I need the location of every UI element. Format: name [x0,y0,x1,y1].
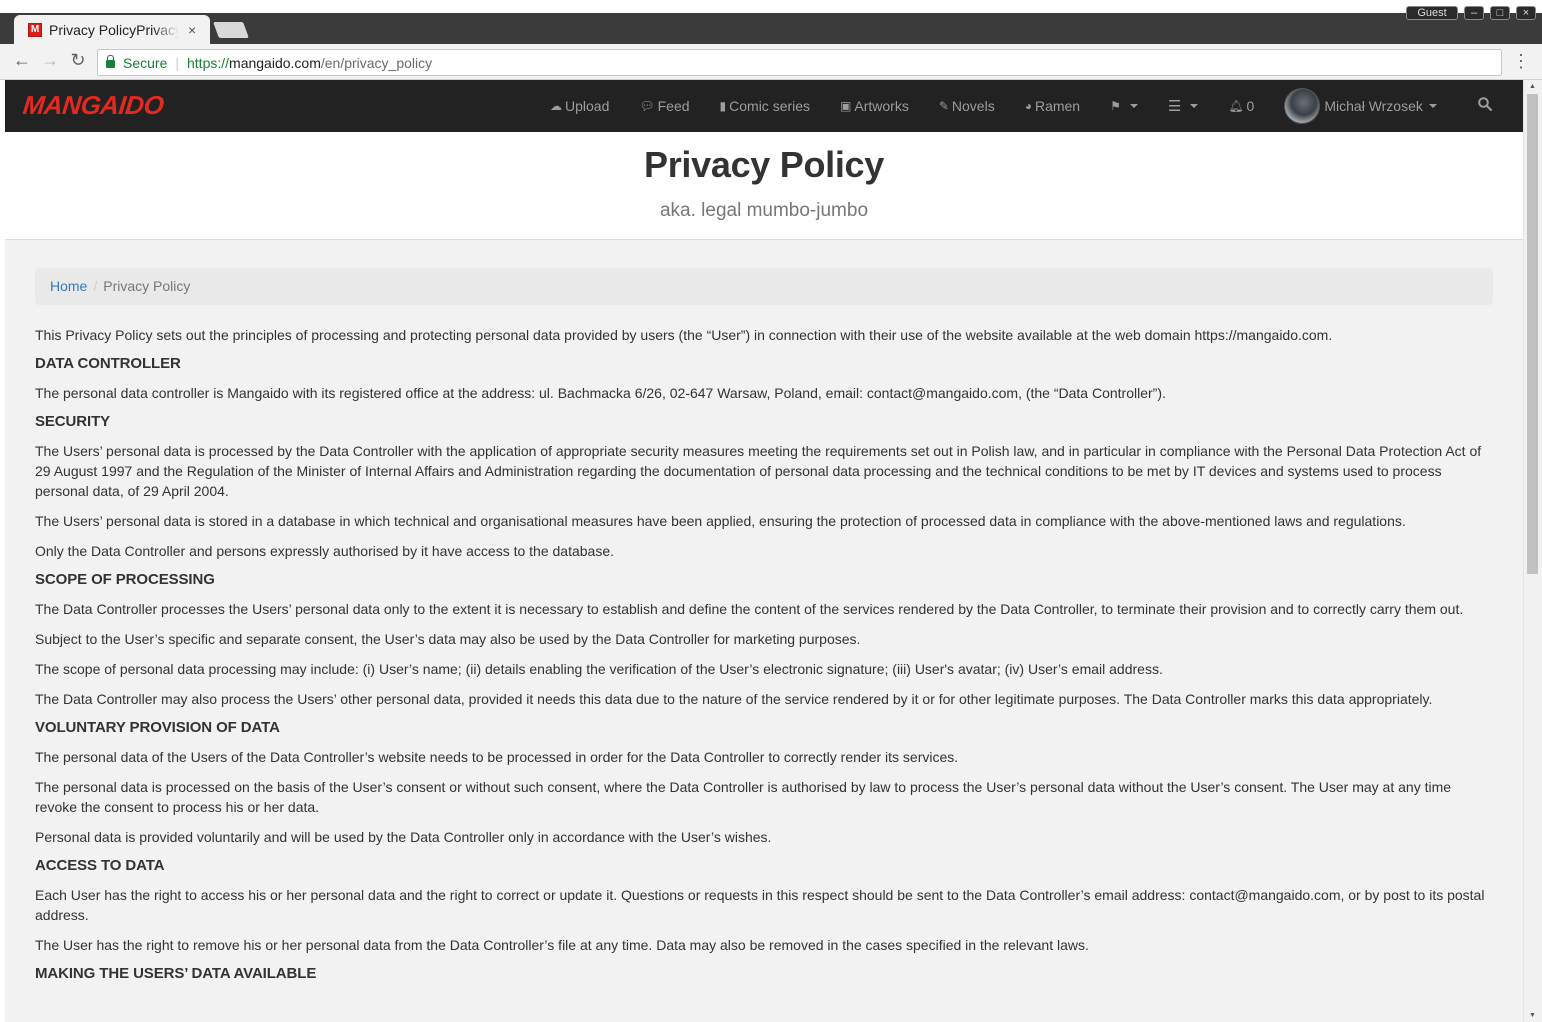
user-menu-dropdown[interactable]: Michał Wrzosek [1284,88,1437,124]
section-heading-security: SECURITY [35,413,111,430]
policy-paragraph: Only the Data Controller and persons exp… [35,543,614,559]
chevron-down-icon [1190,104,1199,108]
user-name: Michał Wrzosek [1324,98,1423,114]
policy-paragraph: Subject to the User’s specific and separ… [35,631,861,647]
lock-icon [106,54,115,68]
policy-paragraph: Personal data is provided voluntarily an… [35,829,772,845]
chevron-down-icon [1428,104,1437,108]
mangaido-logo[interactable]: MANGAIDO [21,90,165,121]
policy-paragraph: The Data Controller processes the Users’… [35,601,1464,617]
breadcrumb-home-link[interactable]: Home [50,278,87,294]
forward-arrow-icon[interactable]: → [38,50,62,71]
policy-paragraph: Each User has the right to access his or… [35,887,1485,923]
breadcrumb-current: Privacy Policy [103,278,191,294]
minimize-window-icon[interactable]: – [1464,6,1484,20]
url-scheme: https:// [187,54,230,71]
page-viewport: MANGAIDO ☁ Upload 💬︎ Feed ▮ Comic series… [5,80,1523,1022]
nav-upload[interactable]: ☁ Upload [550,98,609,114]
breadcrumb-separator: / [93,278,98,294]
policy-paragraph: The scope of personal data processing ma… [35,661,1163,677]
policy-paragraph: The Users’ personal data is processed by… [35,443,1482,499]
flag-icon: ⚑ [1110,99,1121,113]
avatar [1284,88,1321,124]
browser-toolbar: ← → ↻ Secure | https:// mangaido.com /en… [0,44,1542,80]
nav-ramen[interactable]: ◕ Ramen [1025,98,1080,114]
notifications-count: 0 [1246,98,1255,114]
tab-close-icon[interactable]: × [188,22,196,38]
page-scrollbar[interactable]: ▲ ▼ [1523,80,1542,1022]
secure-label: Secure [123,54,168,71]
tab-title: Privacy PolicyPrivacy Policy [49,21,179,38]
site-navbar: MANGAIDO ☁ Upload 💬︎ Feed ▮ Comic series… [5,80,1523,132]
comments-icon: 💬︎ [639,99,655,113]
breadcrumb: Home / Privacy Policy [35,268,1493,305]
section-heading-data-controller: DATA CONTROLLER [35,355,181,372]
nav-feed-label: Feed [657,98,690,114]
nav-feed[interactable]: 💬︎ Feed [639,98,689,114]
policy-paragraph: The User has the right to remove his or … [35,937,1089,953]
bell-icon: 🔔︎ [1228,99,1244,113]
section-heading-data-available: MAKING THE USERS’ DATA AVAILABLE [35,965,317,982]
policy-paragraph: The personal data of the Users of the Da… [35,749,959,765]
policy-paragraph: The Users’ personal data is stored in a … [35,513,1406,529]
page-title: Privacy Policy [644,144,884,185]
nav-comic-series[interactable]: ▮ Comic series [720,98,811,114]
mangaido-favicon-icon: M [28,22,42,37]
policy-content: This Privacy Policy sets out the princip… [35,325,1493,993]
cloud-upload-icon: ☁ [550,99,562,113]
hamburger-icon: ☰ [1167,98,1182,115]
maximize-window-icon[interactable]: □ [1490,6,1510,20]
policy-paragraph: The personal data controller is Mangaido… [35,385,1166,401]
nav-novels[interactable]: ✎ Novels [939,98,995,114]
edit-icon: ✎ [938,99,949,113]
back-arrow-icon[interactable]: ← [10,50,34,71]
policy-paragraph: The Data Controller may also process the… [35,691,1433,707]
scroll-down-arrow-icon[interactable]: ▼ [1529,1012,1536,1019]
nav-artworks-label: Artworks [854,98,909,114]
nav-comic-series-label: Comic series [729,98,811,114]
guest-profile-button[interactable]: Guest [1406,6,1458,20]
scrollbar-thumb[interactable] [1527,94,1538,574]
browser-menu-icon[interactable]: ⋮ [1512,51,1530,72]
new-tab-button[interactable] [213,22,249,38]
reload-icon[interactable]: ↻ [66,50,90,71]
search-icon[interactable] [1478,97,1492,111]
nav-artworks[interactable]: ▣ Artworks [840,98,909,114]
policy-intro: This Privacy Policy sets out the princip… [35,327,1333,343]
url-host: mangaido.com [229,54,321,71]
nav-links: ☁ Upload 💬︎ Feed ▮ Comic series ▣ Artwor… [550,80,1437,132]
page-header: Privacy Policy aka. legal mumbo-jumbo [5,132,1523,240]
scroll-up-arrow-icon[interactable]: ▲ [1529,83,1536,90]
more-menu-dropdown[interactable]: ☰ [1167,97,1199,115]
page-subtitle: aka. legal mumbo-jumbo [659,200,869,221]
section-heading-scope: SCOPE OF PROCESSING [35,571,215,588]
close-window-icon[interactable]: × [1516,6,1536,20]
browser-titlebar: M Privacy PolicyPrivacy Policy × Guest –… [0,0,1542,44]
section-heading-access: ACCESS TO DATA [35,857,165,874]
nav-upload-label: Upload [565,98,610,114]
picture-icon: ▣ [840,99,852,113]
url-path: /en/privacy_policy [320,54,433,71]
policy-paragraph: The personal data is processed on the ba… [35,779,1452,815]
chevron-down-icon [1129,104,1138,108]
book-icon: ▮ [719,99,727,113]
browser-tab[interactable]: M Privacy PolicyPrivacy Policy × [14,15,210,44]
language-dropdown[interactable]: ⚑ [1110,99,1138,113]
nav-ramen-label: Ramen [1034,98,1081,114]
nav-novels-label: Novels [951,98,995,114]
address-bar[interactable]: Secure | https:// mangaido.com /en/priva… [97,49,1502,76]
section-heading-voluntary: VOLUNTARY PROVISION OF DATA [35,719,280,736]
notifications-button[interactable]: 🔔︎ 0 [1228,98,1254,114]
url-separator: | [175,54,179,71]
ramen-bowl-icon: ◕ [1024,99,1032,113]
